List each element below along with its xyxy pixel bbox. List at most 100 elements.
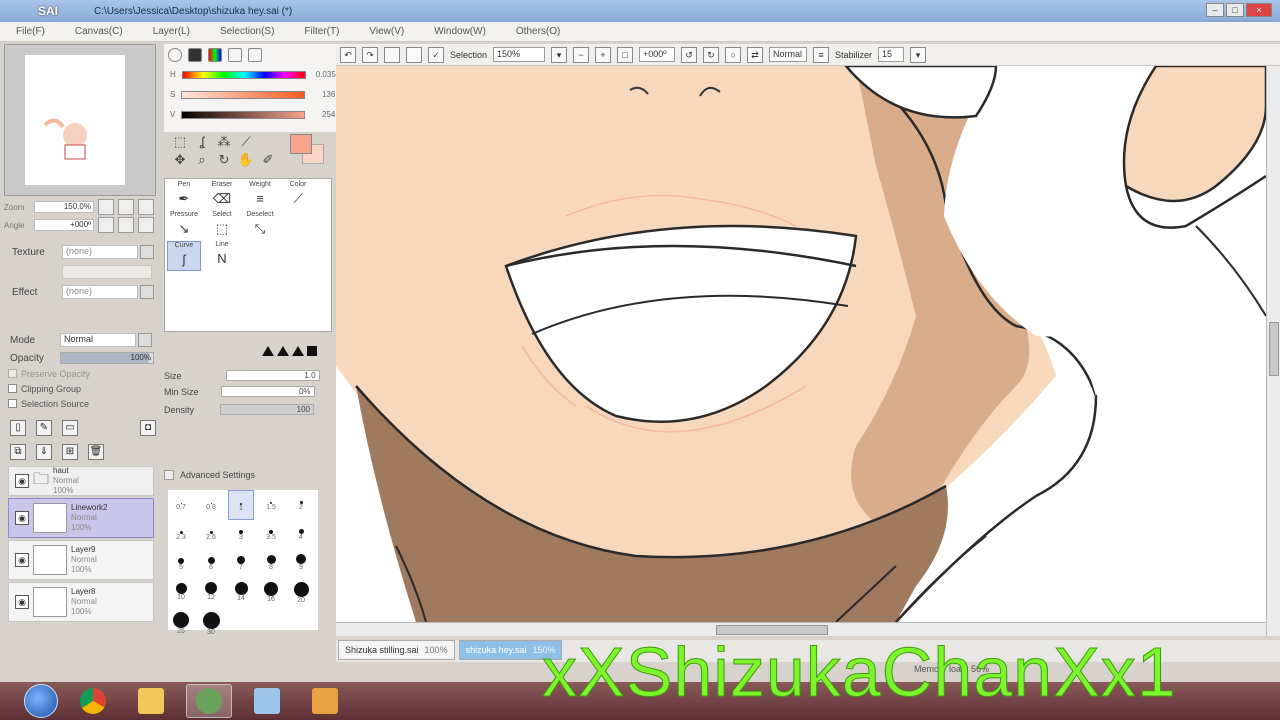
rotate-cw-icon[interactable]: ↻ (703, 46, 720, 63)
min-size-field[interactable]: 0% (220, 386, 315, 397)
layer-row[interactable]: ◉ 🗀 haut Normal 100% (8, 466, 154, 496)
brush-size-cell[interactable]: 16 (258, 580, 284, 610)
rotate-tool-icon[interactable]: ↻ (214, 152, 234, 168)
layer-row[interactable]: ◉ Layer8 Normal 100% (8, 582, 154, 622)
tip-shape-icon[interactable] (277, 346, 289, 356)
rotate-ccw-icon[interactable]: ↺ (681, 46, 698, 63)
tool-weight[interactable]: Weight ≡ (243, 181, 277, 211)
brush-size-cell[interactable]: 8 (258, 550, 284, 580)
new-folder-icon[interactable]: ▭ (62, 420, 78, 436)
hsv-slider-icon[interactable] (208, 48, 222, 62)
tool-pen[interactable]: Pen ✒ (167, 181, 201, 211)
deselect-button[interactable] (384, 46, 400, 63)
tab-shizuka-stilling[interactable]: Shizuka stilling.sai 100% (338, 640, 455, 660)
merge-all-icon[interactable]: ⊞ (62, 444, 78, 460)
zoom-out-button[interactable] (98, 199, 114, 215)
tool-select[interactable]: Select ⬚ (205, 211, 239, 241)
selection-source-checkbox[interactable] (8, 399, 17, 408)
menu-filter[interactable]: Filter(T) (304, 26, 339, 37)
brush-size-cell[interactable]: 20 (288, 580, 314, 610)
rotate-right-button[interactable] (118, 217, 134, 233)
stabilizer-field[interactable]: 15 (878, 47, 905, 62)
brush-size-cell[interactable]: 6 (198, 550, 224, 580)
rotate-left-button[interactable] (98, 217, 114, 233)
taskbar-recycle[interactable] (244, 684, 290, 718)
effect-dropdown-icon[interactable] (140, 285, 154, 299)
brush-size-cell[interactable]: 2.6 (198, 520, 224, 550)
eyedropper-icon[interactable]: ⟋ (236, 134, 256, 150)
close-button[interactable]: × (1246, 3, 1272, 17)
blend-mode-dropdown-icon[interactable] (138, 333, 152, 347)
eye-icon[interactable]: ◉ (15, 511, 29, 525)
size-field[interactable]: 1.0 (225, 370, 320, 381)
tip-shape-icon[interactable] (307, 346, 317, 356)
zoom-tool-icon[interactable]: ⌕ (192, 152, 212, 168)
brush-size-cell[interactable]: 0.8 (198, 490, 224, 520)
value-slider[interactable] (181, 110, 306, 119)
blend-select[interactable]: Normal (769, 47, 808, 62)
rect-select-icon[interactable]: ⬚ (170, 134, 190, 150)
menu-window[interactable]: Window(W) (434, 26, 486, 37)
brush-size-cell[interactable]: 1.5 (258, 490, 284, 520)
magic-wand-icon[interactable]: ⁂ (214, 134, 234, 150)
swatches-icon[interactable] (228, 48, 242, 62)
flip-icon[interactable]: ⇄ (747, 46, 764, 63)
lasso-icon[interactable]: ʆ (192, 134, 212, 150)
brush-size-cell[interactable]: 25 (168, 610, 194, 640)
hand-icon[interactable]: ✋ (236, 152, 256, 168)
brush-size-cell[interactable]: 9 (288, 550, 314, 580)
zoom-field[interactable]: 150.0% (34, 201, 94, 213)
move-icon[interactable]: ✥ (170, 152, 190, 168)
navigator-panel[interactable] (4, 44, 156, 196)
tool-color[interactable]: Color ⟋ (281, 181, 315, 211)
brush-size-cell[interactable]: 0.7 (168, 490, 194, 520)
blend-mode-select[interactable]: Normal (60, 333, 136, 347)
rotate-reset-button[interactable] (138, 217, 154, 233)
minimize-button[interactable]: – (1206, 3, 1224, 17)
menu-selection[interactable]: Selection(S) (220, 26, 274, 37)
effect-select[interactable]: (none) (62, 285, 138, 299)
tool-pressure[interactable]: Pressure ↘ (167, 211, 201, 241)
brush-size-cell[interactable]: 10 (168, 580, 194, 610)
delete-layer-icon[interactable]: 🗑 (88, 444, 104, 460)
undo-icon[interactable]: ↶ (340, 46, 356, 63)
brush-size-cell[interactable]: 7 (228, 550, 254, 580)
brush-size-cell[interactable]: 30 (198, 610, 224, 640)
layer-row[interactable]: ◉ Layer9 Normal 100% (8, 540, 154, 580)
taskbar-media[interactable] (302, 684, 348, 718)
brush-size-cell[interactable]: 4 (288, 520, 314, 550)
new-layer-icon[interactable]: ▯ (10, 420, 26, 436)
menu-view[interactable]: View(V) (369, 26, 404, 37)
menu-layer[interactable]: Layer(L) (153, 26, 190, 37)
color-wheel-icon[interactable] (168, 48, 182, 62)
tool-curve[interactable]: Curve ʃ (167, 241, 201, 271)
blend-dropdown-icon[interactable]: ≡ (813, 46, 830, 63)
navigator-thumbnail[interactable] (25, 55, 125, 185)
eye-icon[interactable]: ◉ (15, 553, 29, 567)
drawing-canvas[interactable] (336, 66, 1266, 622)
texture-dropdown-icon[interactable] (140, 245, 154, 259)
rgb-slider-icon[interactable] (188, 48, 202, 62)
merge-down-icon[interactable]: ⇓ (36, 444, 52, 460)
taskbar-explorer[interactable] (128, 684, 174, 718)
eye-icon[interactable]: ◉ (15, 474, 29, 488)
scratchpad-icon[interactable] (248, 48, 262, 62)
clipping-group-checkbox[interactable] (8, 384, 17, 393)
brush-size-cell[interactable]: 2.3 (168, 520, 194, 550)
tool-deselect[interactable]: Deselect ⤡ (243, 211, 277, 241)
invert-selection-button[interactable] (406, 46, 422, 63)
rotate-reset-icon[interactable]: ○ (725, 46, 742, 63)
zoom-dropdown-icon[interactable]: ▾ (551, 46, 568, 63)
brush-size-cell[interactable]: 3 (228, 520, 254, 550)
vertical-scroll-thumb[interactable] (1269, 322, 1279, 376)
redo-icon[interactable]: ↷ (362, 46, 378, 63)
vertical-scrollbar[interactable] (1266, 66, 1280, 636)
menu-file[interactable]: File(F) (16, 26, 45, 37)
brush-size-cell[interactable]: 3.5 (258, 520, 284, 550)
layer-row[interactable]: ◉ Linework2 Normal 100% (8, 498, 154, 538)
brush-size-cell[interactable]: 2 (288, 490, 314, 520)
hue-slider[interactable] (181, 70, 306, 79)
saturation-slider[interactable] (181, 90, 306, 99)
menu-canvas[interactable]: Canvas(C) (75, 26, 123, 37)
new-linework-icon[interactable]: ✎ (36, 420, 52, 436)
